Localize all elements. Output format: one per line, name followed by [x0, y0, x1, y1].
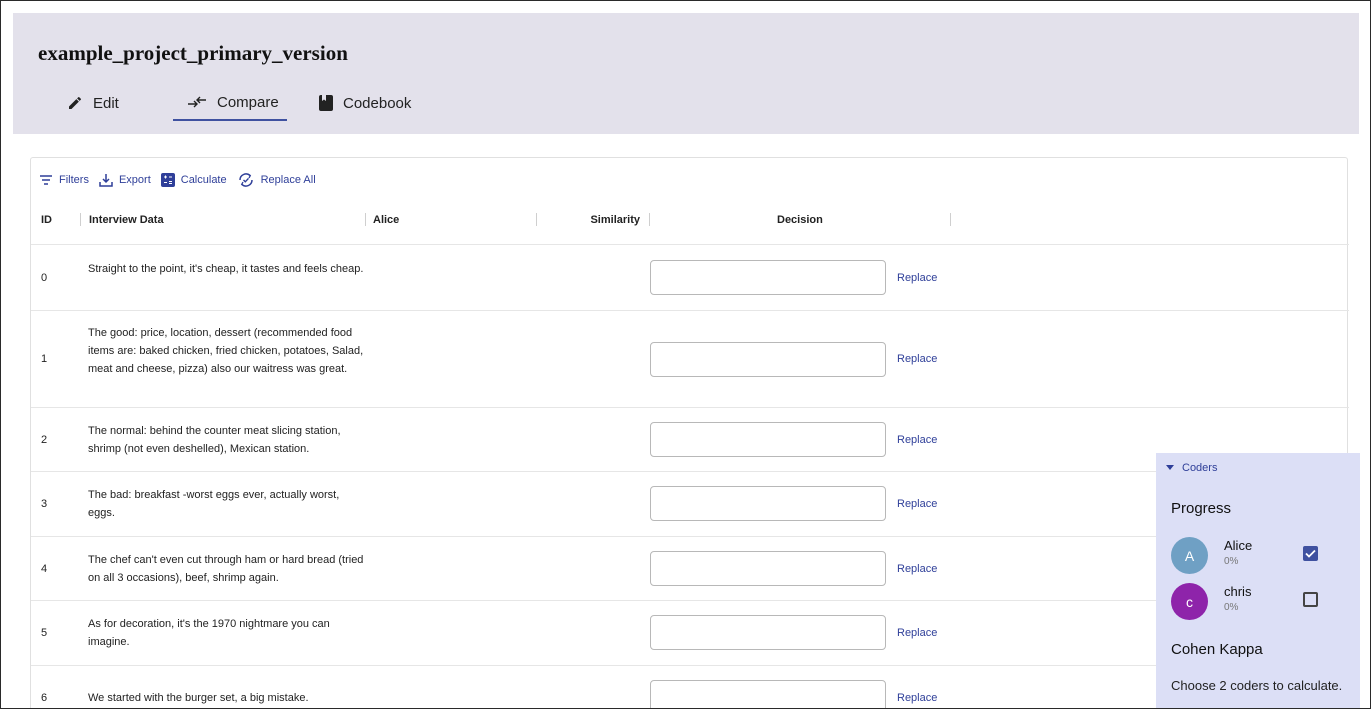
- column-separator[interactable]: [950, 213, 951, 226]
- table-row: 1 The good: price, location, dessert (re…: [31, 311, 1349, 408]
- tab-bar: Edit Compare Codebook: [53, 87, 425, 121]
- table-header: ID Interview Data Alice Similarity Decis…: [31, 203, 1349, 245]
- decision-input[interactable]: [650, 342, 886, 377]
- replace-button[interactable]: Replace: [897, 498, 937, 510]
- coder-progress: 0%: [1224, 602, 1239, 613]
- column-separator[interactable]: [536, 213, 537, 226]
- interview-text: The good: price, location, dessert (reco…: [88, 327, 364, 375]
- col-header-similarity[interactable]: Similarity: [570, 213, 640, 227]
- export-button[interactable]: Export: [99, 173, 151, 187]
- tab-edit-label: Edit: [93, 94, 119, 112]
- tab-compare[interactable]: Compare: [173, 87, 287, 121]
- book-icon: [319, 95, 333, 111]
- decision-input[interactable]: [650, 680, 886, 708]
- project-header: example_project_primary_version Edit Com…: [13, 13, 1359, 134]
- coders-toggle[interactable]: Coders: [1166, 462, 1217, 474]
- interview-text: As for decoration, it's the 1970 nightma…: [88, 618, 330, 648]
- row-id: 0: [41, 272, 48, 284]
- table-row: 0 Straight to the point, it's cheap, it …: [31, 246, 1349, 311]
- replace-button[interactable]: Replace: [897, 272, 937, 284]
- filters-label: Filters: [59, 174, 89, 186]
- tab-edit[interactable]: Edit: [53, 87, 173, 119]
- column-separator[interactable]: [649, 213, 650, 226]
- coder-item-chris: c chris 0%: [1171, 583, 1351, 623]
- cohen-kappa-message: Choose 2 coders to calculate.: [1171, 678, 1343, 693]
- download-icon: [99, 173, 113, 187]
- col-header-interview-data[interactable]: Interview Data: [89, 213, 164, 227]
- replace-all-button[interactable]: Replace All: [237, 171, 316, 189]
- row-id: 1: [41, 353, 48, 365]
- interview-text: We started with the burger set, a big mi…: [88, 692, 309, 704]
- caret-down-icon: [1166, 462, 1174, 474]
- decision-input[interactable]: [650, 260, 886, 295]
- compare-arrows-icon: [187, 95, 207, 109]
- avatar: c: [1171, 583, 1208, 620]
- interview-text: The chef can't even cut through ham or h…: [88, 554, 364, 584]
- row-id: 3: [41, 498, 48, 510]
- row-id: 2: [41, 434, 48, 446]
- replace-all-label: Replace All: [260, 174, 316, 186]
- table-row: 3 The bad: breakfast -worst eggs ever, a…: [31, 472, 1349, 537]
- coder-checkbox-checked[interactable]: [1303, 546, 1318, 561]
- decision-input[interactable]: [650, 486, 886, 521]
- col-header-decision[interactable]: Decision: [777, 213, 823, 227]
- coder-checkbox-unchecked[interactable]: [1303, 592, 1318, 607]
- sync-check-icon: [237, 171, 255, 189]
- coder-name: chris: [1224, 584, 1252, 599]
- tab-codebook-label: Codebook: [343, 94, 412, 112]
- calculator-icon: [160, 173, 175, 187]
- table-toolbar: Filters Export Calculate Replace All: [39, 170, 326, 190]
- row-id: 4: [41, 563, 48, 575]
- tab-codebook[interactable]: Codebook: [305, 87, 425, 119]
- replace-button[interactable]: Replace: [897, 563, 937, 575]
- coder-item-alice: A Alice 0%: [1171, 537, 1351, 577]
- coder-progress: 0%: [1224, 556, 1239, 567]
- replace-button[interactable]: Replace: [897, 627, 937, 639]
- table-row: 4 The chef can't even cut through ham or…: [31, 537, 1349, 601]
- pencil-icon: [67, 95, 83, 111]
- replace-button[interactable]: Replace: [897, 692, 937, 704]
- replace-button[interactable]: Replace: [897, 434, 937, 446]
- col-header-alice[interactable]: Alice: [373, 213, 399, 227]
- compare-table-card: Filters Export Calculate Replace All ID …: [30, 157, 1349, 708]
- row-id: 6: [41, 692, 48, 704]
- tab-compare-label: Compare: [217, 93, 279, 111]
- col-header-id[interactable]: ID: [41, 213, 52, 227]
- coders-toggle-label: Coders: [1182, 462, 1218, 474]
- decision-input[interactable]: [650, 422, 886, 457]
- check-icon: [1305, 549, 1316, 558]
- filters-button[interactable]: Filters: [39, 174, 89, 186]
- table-row: 5 As for decoration, it's the 1970 night…: [31, 601, 1349, 666]
- interview-text: Straight to the point, it's cheap, it ta…: [88, 263, 364, 275]
- table-row: 6 We started with the burger set, a big …: [31, 666, 1349, 708]
- coders-panel: Coders Progress A Alice 0% c chris 0% Co…: [1156, 453, 1360, 708]
- coder-name: Alice: [1224, 538, 1253, 553]
- replace-button[interactable]: Replace: [897, 353, 937, 365]
- cohen-kappa-heading: Cohen Kappa: [1171, 641, 1263, 658]
- avatar: A: [1171, 537, 1208, 574]
- row-id: 5: [41, 627, 48, 639]
- calculate-button[interactable]: Calculate: [160, 173, 227, 187]
- decision-input[interactable]: [650, 551, 886, 586]
- project-title: example_project_primary_version: [38, 41, 348, 65]
- interview-text: The bad: breakfast -worst eggs ever, act…: [88, 489, 340, 519]
- decision-input[interactable]: [650, 615, 886, 650]
- interview-text: The normal: behind the counter meat slic…: [88, 425, 341, 455]
- table-row: 2 The normal: behind the counter meat sl…: [31, 408, 1349, 472]
- progress-heading: Progress: [1171, 500, 1232, 517]
- column-separator[interactable]: [80, 213, 81, 226]
- export-label: Export: [118, 174, 151, 186]
- app-window: example_project_primary_version Edit Com…: [0, 0, 1371, 709]
- column-separator[interactable]: [365, 213, 366, 226]
- calculate-label: Calculate: [180, 174, 227, 186]
- filter-icon: [39, 174, 53, 186]
